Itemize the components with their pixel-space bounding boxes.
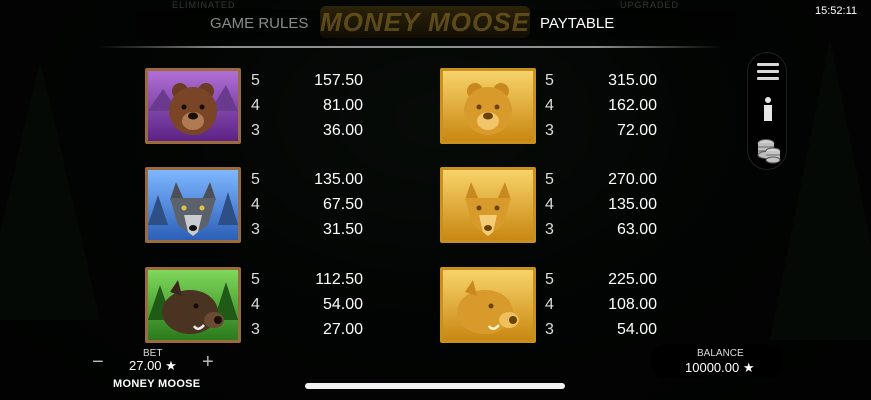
payout-value: 67.50 xyxy=(322,196,363,213)
gold-wolf-icon xyxy=(440,167,536,243)
payout-value: 63.00 xyxy=(616,221,657,238)
payout-value: 270.00 xyxy=(608,171,657,188)
symbol-count: 5 xyxy=(251,271,260,288)
payout-value: 162.00 xyxy=(608,97,657,114)
payout-list: 225.00 108.00 54.00 xyxy=(567,267,657,342)
increase-bet-button[interactable]: + xyxy=(202,351,214,374)
symbol-count: 4 xyxy=(545,296,554,313)
bet-value: 27.00 ★ xyxy=(129,358,177,373)
decrease-bet-button[interactable]: − xyxy=(92,351,104,374)
symbol-count: 4 xyxy=(251,296,260,313)
symbol-count: 5 xyxy=(545,171,554,188)
symbol-count: 3 xyxy=(251,221,260,238)
purple-bear-icon xyxy=(145,68,241,144)
symbol-count-list: 5 4 3 xyxy=(545,167,565,242)
payout-value: 135.00 xyxy=(314,171,363,188)
payout-value: 135.00 xyxy=(608,196,657,213)
symbol-count: 4 xyxy=(545,97,554,114)
symbol-count: 3 xyxy=(545,221,554,238)
game-logo: MONEY MOOSE xyxy=(320,6,530,38)
green-boar-icon xyxy=(145,267,241,343)
payout-value: 54.00 xyxy=(616,321,657,338)
symbol-count: 3 xyxy=(251,321,260,338)
blue-wolf-icon xyxy=(145,167,241,243)
gold-bear-icon xyxy=(440,68,536,144)
payout-value: 54.00 xyxy=(322,296,363,313)
tab-paytable[interactable]: PAYTABLE xyxy=(540,15,614,32)
clock: 15:52:11 xyxy=(814,5,857,17)
symbol-count-list: 5 4 3 xyxy=(251,267,271,342)
balance-label: BALANCE xyxy=(697,348,744,359)
tab-game-rules[interactable]: GAME RULES xyxy=(210,15,308,32)
symbol-count: 5 xyxy=(545,72,554,89)
payout-list: 270.00 135.00 63.00 xyxy=(567,167,657,242)
symbol-count: 3 xyxy=(251,122,260,139)
symbol-count-list: 5 4 3 xyxy=(251,68,271,143)
payout-value: 81.00 xyxy=(322,97,363,114)
symbol-count: 5 xyxy=(251,171,260,188)
symbol-count: 4 xyxy=(251,196,260,213)
symbol-count-list: 5 4 3 xyxy=(545,267,565,342)
payout-value: 108.00 xyxy=(608,296,657,313)
menu-icon[interactable] xyxy=(757,63,779,81)
payout-value: 27.00 xyxy=(322,321,363,338)
payout-value: 72.00 xyxy=(616,122,657,139)
gold-boar-icon xyxy=(440,267,536,343)
info-icon[interactable] xyxy=(760,97,776,121)
game-screen: ELIMINATED UPGRADED MONEY MOOSE GAME RUL… xyxy=(0,0,871,400)
payout-value: 31.50 xyxy=(322,221,363,238)
game-name: MONEY MOOSE xyxy=(113,378,201,390)
payout-list: 135.00 67.50 31.50 xyxy=(273,167,363,242)
payout-value: 36.00 xyxy=(322,122,363,139)
symbol-count: 3 xyxy=(545,122,554,139)
side-menu xyxy=(747,52,787,170)
symbol-count: 4 xyxy=(545,196,554,213)
payout-value: 112.50 xyxy=(315,271,363,288)
background-overlay xyxy=(0,0,871,400)
symbol-count: 5 xyxy=(251,72,260,89)
coins-icon[interactable] xyxy=(756,137,782,165)
payout-list: 157.50 81.00 36.00 xyxy=(273,68,363,143)
tab-divider xyxy=(98,46,722,48)
symbol-count: 4 xyxy=(251,97,260,114)
payout-value: 225.00 xyxy=(608,271,657,288)
home-indicator[interactable] xyxy=(305,383,565,389)
balance-value: 10000.00 ★ xyxy=(685,360,755,375)
background-label: ELIMINATED xyxy=(172,0,236,10)
payout-list: 112.50 54.00 27.00 xyxy=(273,267,363,342)
symbol-count: 3 xyxy=(545,321,554,338)
payout-list: 315.00 162.00 72.00 xyxy=(567,68,657,143)
payout-value: 315.00 xyxy=(608,72,657,89)
background-label: UPGRADED xyxy=(620,0,680,10)
symbol-count-list: 5 4 3 xyxy=(251,167,271,242)
symbol-count-list: 5 4 3 xyxy=(545,68,565,143)
payout-value: 157.50 xyxy=(314,72,363,89)
symbol-count: 5 xyxy=(545,271,554,288)
